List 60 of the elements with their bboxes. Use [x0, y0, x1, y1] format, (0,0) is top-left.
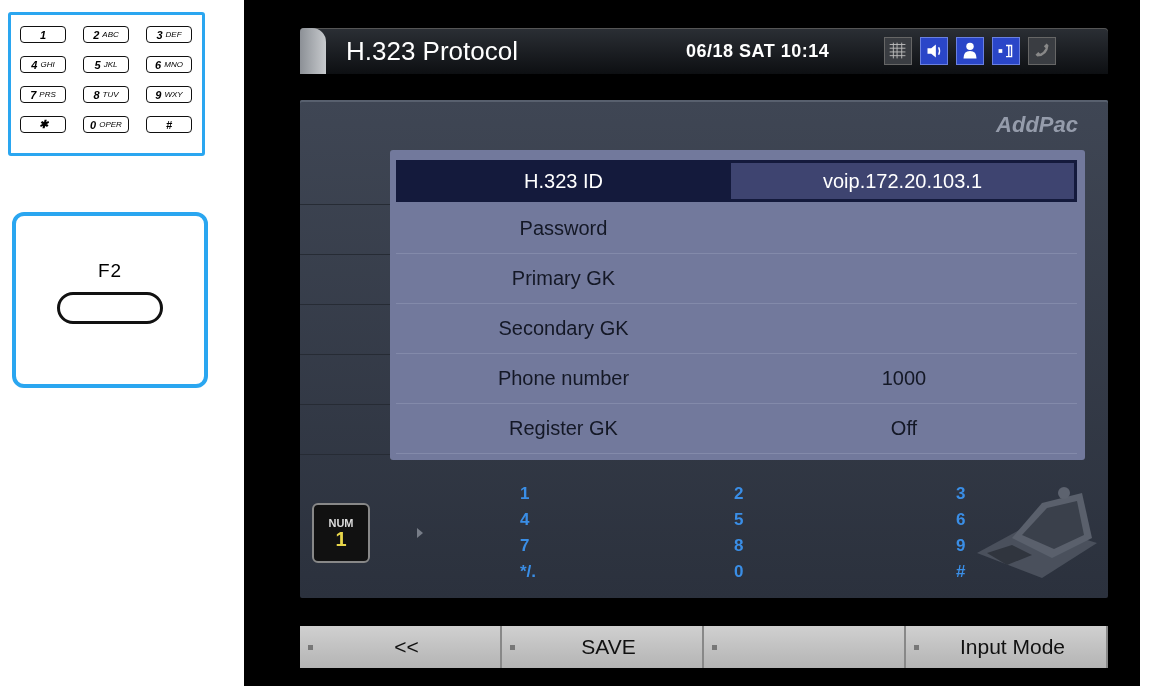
settings-row[interactable]: Phone number 1000: [396, 354, 1077, 404]
square-icon: [914, 644, 919, 650]
character-key-label: 8: [734, 535, 745, 557]
setting-label: Primary GK: [510, 267, 617, 290]
keypad-key[interactable]: 4 GHI: [20, 56, 66, 73]
character-key-label: 7: [520, 535, 531, 557]
keypad-key[interactable]: ✱: [20, 116, 66, 133]
character-key-label: 9: [956, 535, 967, 557]
square-icon: [510, 644, 515, 650]
date-time: 06/18 SAT 10:14: [686, 40, 831, 62]
setting-label: Phone number: [496, 367, 631, 390]
input-mode-value: 1: [335, 529, 347, 549]
square-icon: [308, 644, 313, 650]
softkey-button[interactable]: Input Mode: [906, 626, 1108, 668]
arrow-icon: [416, 527, 424, 539]
setting-value: voip.172.20.103.1: [823, 169, 982, 193]
speaker-icon[interactable]: [920, 37, 948, 65]
grid-icon[interactable]: [884, 37, 912, 65]
setting-label: Password: [518, 217, 609, 240]
keypad-key[interactable]: #: [146, 116, 192, 133]
softkey-button[interactable]: <<: [300, 626, 502, 668]
character-key-label: 6: [956, 509, 967, 531]
square-icon: [712, 644, 717, 650]
setting-label: Register GK: [508, 417, 619, 440]
settings-row[interactable]: Password: [396, 204, 1077, 254]
function-key-label: F2: [97, 260, 123, 282]
character-key-label: 5: [734, 509, 745, 531]
keypad-key[interactable]: 1: [20, 26, 66, 43]
settings-row[interactable]: Primary GK: [396, 254, 1077, 304]
settings-row[interactable]: Register GK Off: [396, 404, 1077, 454]
character-key-label: 3: [956, 483, 967, 505]
input-mode-label: NUM: [328, 517, 354, 529]
character-key-label: 0: [734, 561, 745, 583]
softkey-button[interactable]: SAVE: [502, 626, 704, 668]
settings-row[interactable]: Secondary GK: [396, 304, 1077, 354]
keypad-key[interactable]: 7 PRS: [20, 86, 66, 103]
setting-value: Off: [890, 417, 918, 440]
network-icon[interactable]: [992, 37, 1020, 65]
keypad-key[interactable]: 0 OPER: [83, 116, 129, 133]
character-key-label: 1: [520, 483, 531, 505]
keypad-key[interactable]: 5 JKL: [83, 56, 129, 73]
handset-icon[interactable]: [1028, 37, 1056, 65]
character-key-label: */.: [520, 561, 538, 583]
person-icon[interactable]: [956, 37, 984, 65]
setting-value: 1000: [881, 367, 927, 390]
brand-logo: AddPac: [996, 112, 1078, 138]
character-key-label: 2: [734, 483, 745, 505]
character-key-label: #: [956, 561, 967, 583]
tab-corner-icon: [300, 28, 326, 74]
setting-label: Secondary GK: [497, 317, 630, 340]
keypad-key[interactable]: 6 MNO: [146, 56, 192, 73]
setting-label: H.323 ID: [523, 169, 604, 193]
settings-row[interactable]: H.323 ID voip.172.20.103.1: [396, 160, 1077, 202]
function-key[interactable]: [57, 292, 163, 324]
screen-title: H.323 Protocol: [346, 35, 519, 67]
character-key-label: 4: [520, 509, 531, 531]
keypad-key[interactable]: 2 ABC: [83, 26, 129, 43]
keypad-key[interactable]: 8 TUV: [83, 86, 129, 103]
keypad-key[interactable]: 3 DEF: [146, 26, 192, 43]
keypad-key[interactable]: 9 WXY: [146, 86, 192, 103]
